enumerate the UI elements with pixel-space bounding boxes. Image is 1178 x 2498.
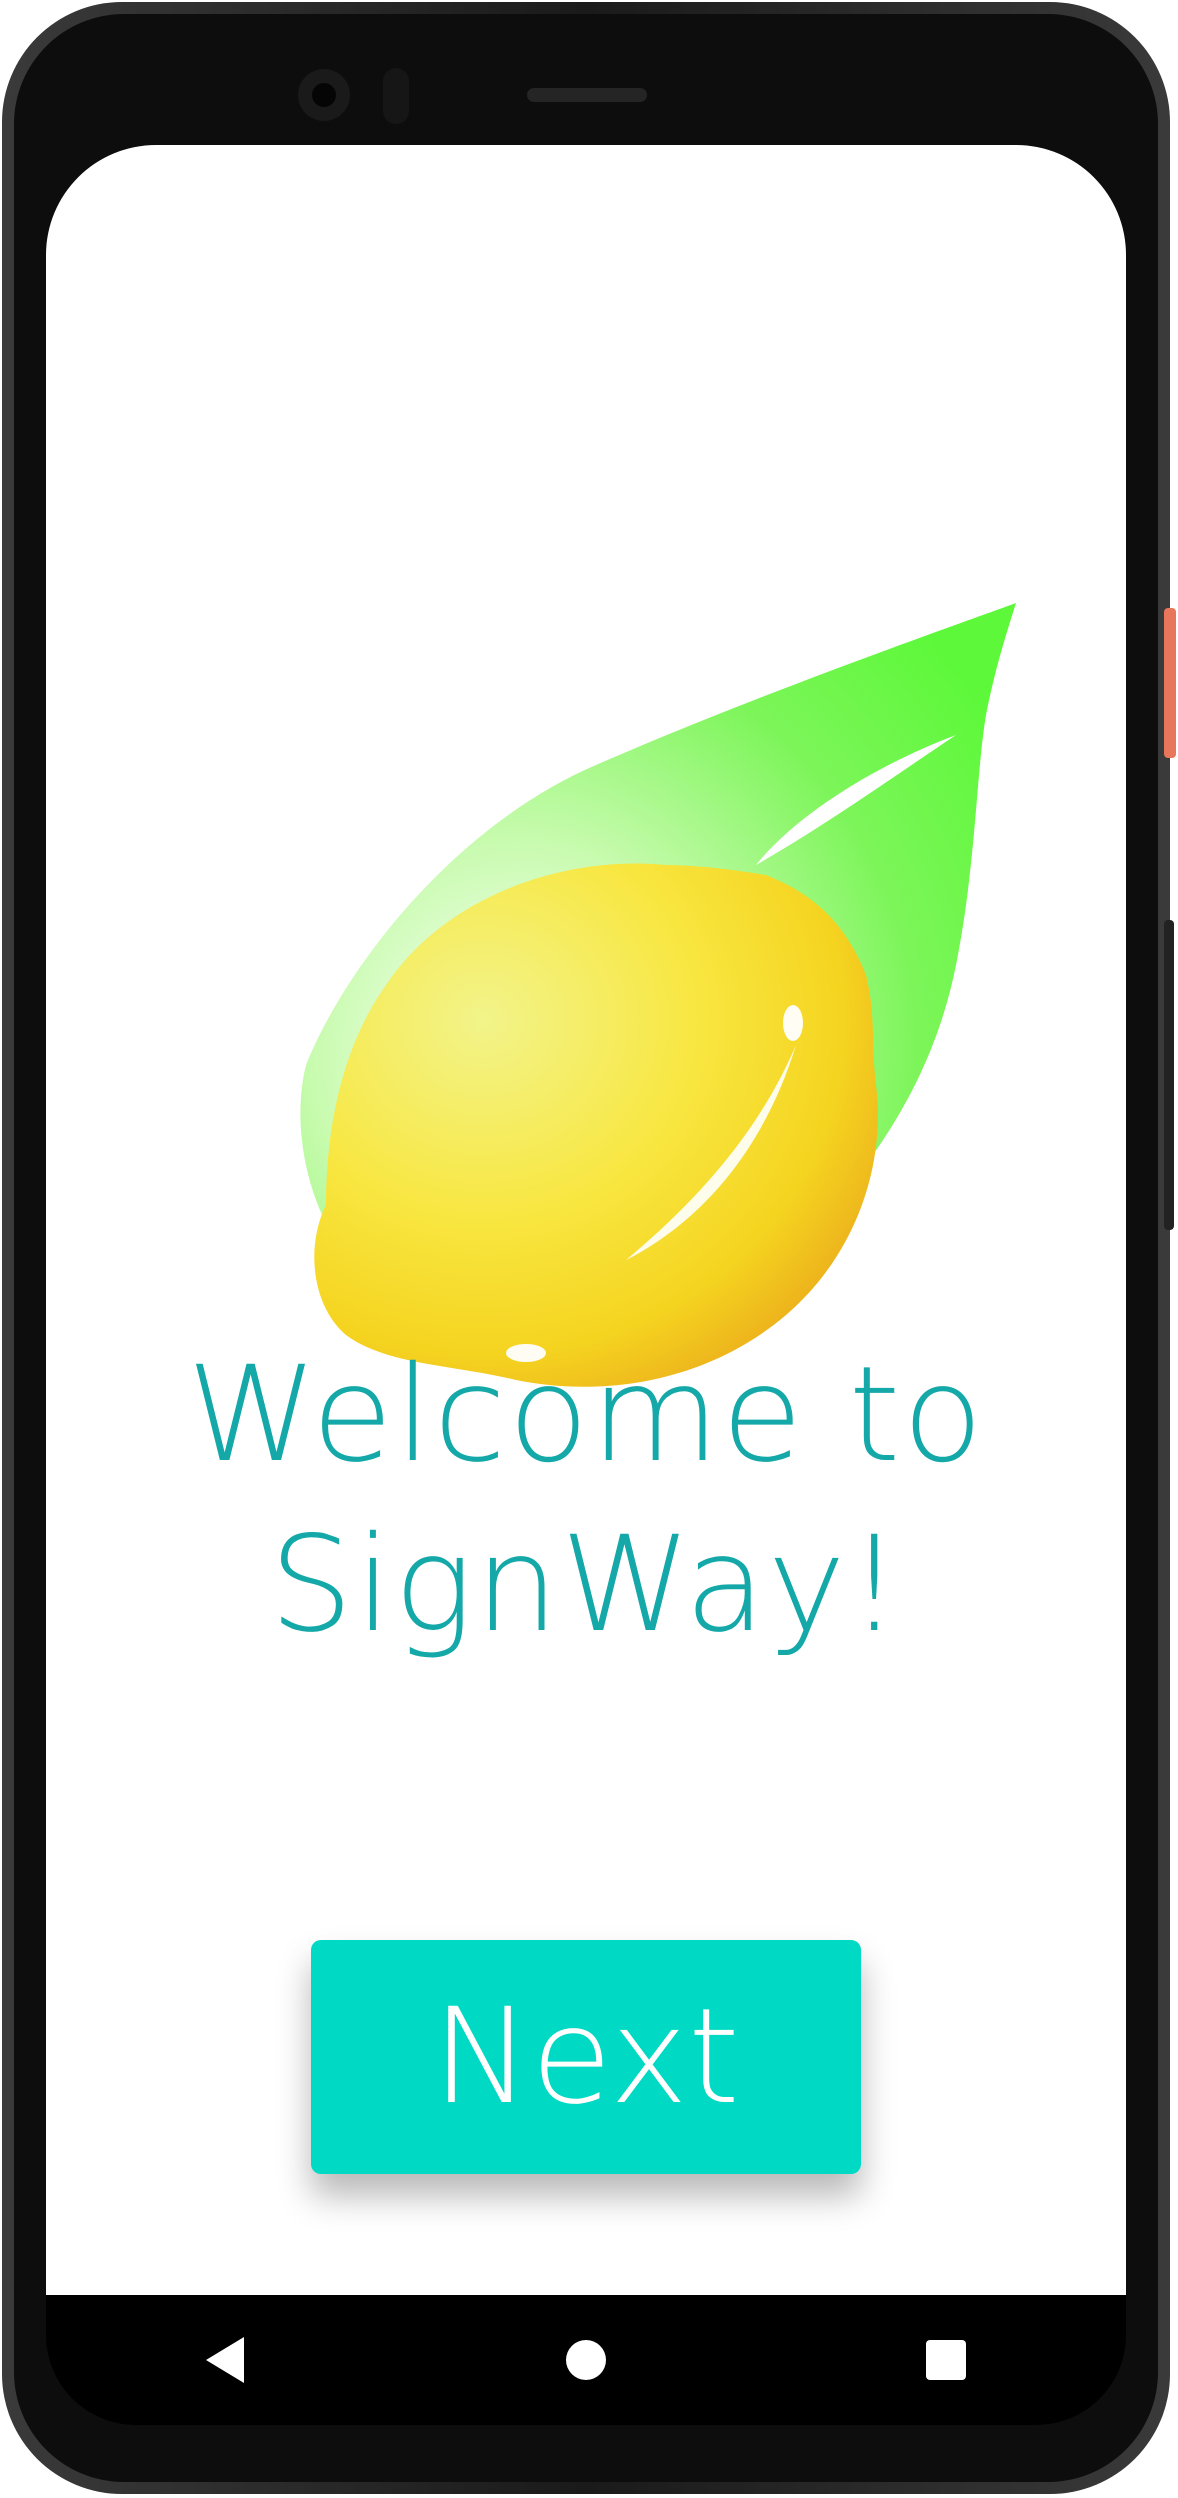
welcome-line-2: SignWay! xyxy=(269,1508,903,1662)
sensor xyxy=(383,68,409,124)
next-button[interactable]: Next xyxy=(311,1940,861,2174)
volume-button[interactable] xyxy=(1164,920,1174,1230)
welcome-title: Welcome to SignWay! xyxy=(46,1330,1126,1670)
system-navigation-bar xyxy=(46,2295,1126,2425)
earpiece-speaker xyxy=(527,88,647,102)
recents-square-icon[interactable] xyxy=(906,2320,986,2400)
lemon-leaf-logo-icon xyxy=(300,603,1016,1387)
phone-device: Welcome to SignWay! Next xyxy=(0,0,1178,2498)
power-button[interactable] xyxy=(1164,608,1176,758)
back-triangle-icon[interactable] xyxy=(186,2320,266,2400)
app-screen: Welcome to SignWay! Next xyxy=(46,145,1126,2295)
home-circle-icon[interactable] xyxy=(546,2320,626,2400)
welcome-line-1: Welcome to xyxy=(186,1338,986,1492)
